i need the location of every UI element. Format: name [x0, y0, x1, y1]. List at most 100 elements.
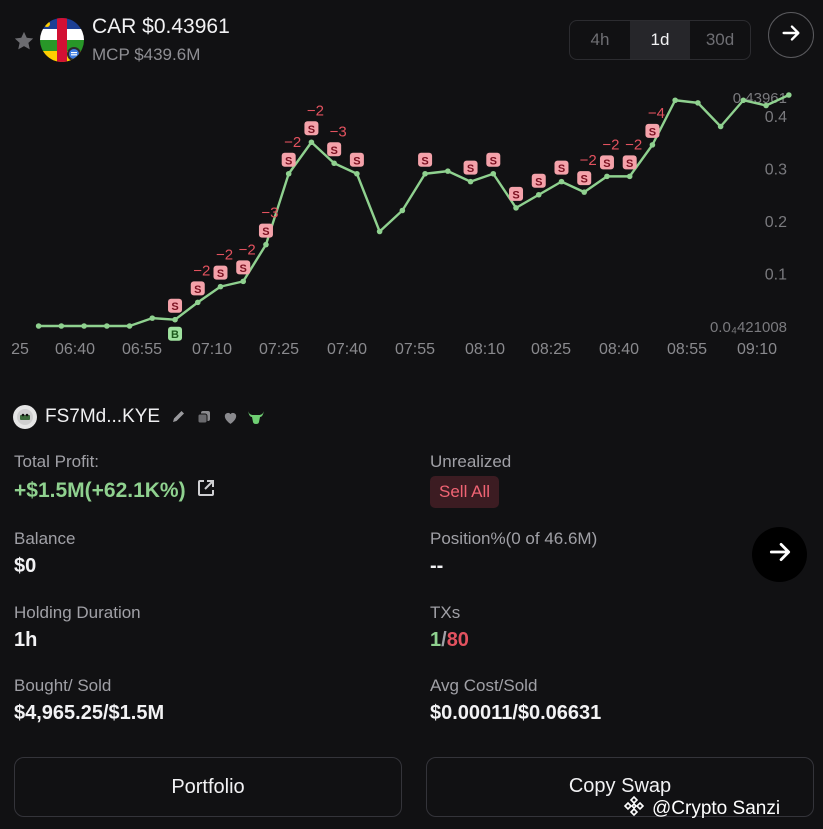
sell-amount-label: −3	[330, 123, 347, 140]
sell-amount-label: −2	[602, 136, 619, 153]
txs-label: TXs	[430, 603, 461, 622]
timeframe-selector: 4h 1d 30d	[569, 20, 751, 60]
bought-sold-label: Bought/ Sold	[14, 676, 112, 695]
price-point	[649, 142, 656, 148]
price-point	[763, 102, 769, 109]
unrealized-label: Unrealized	[430, 452, 512, 471]
avg-cost-label: Avg Cost/Sold	[430, 676, 538, 695]
holding-duration-value: 1h	[14, 629, 38, 651]
price-point	[604, 173, 610, 180]
watermark-text: @Crypto Sanzi	[652, 798, 781, 819]
binance-icon	[622, 794, 646, 824]
sell-amount-label: −2	[580, 152, 597, 169]
sell-amount-label: −2	[216, 247, 233, 264]
external-link-icon[interactable]	[196, 478, 216, 503]
price-point	[376, 228, 383, 235]
total-profit-value: +$1.5M(+62.1K%)	[14, 478, 186, 502]
price-point	[399, 207, 406, 214]
sell-amount-label: −4	[648, 105, 665, 122]
buy-marker-label: B	[171, 329, 179, 341]
x-tick-label: 25	[11, 341, 29, 358]
tab-1d[interactable]: 1d	[630, 21, 690, 59]
sell-marker-label: S	[217, 268, 224, 280]
price-point	[172, 316, 178, 323]
price-point	[672, 97, 678, 104]
total-profit-label: Total Profit:	[14, 452, 100, 471]
sell-marker-label: S	[194, 284, 201, 296]
watermark: @Crypto Sanzi	[622, 794, 780, 824]
bought-sold-value: $4,965.25/$1.5M	[14, 702, 165, 724]
x-tick-label: 08:10	[465, 341, 505, 358]
sell-marker-label: S	[262, 226, 269, 238]
y-tick-label: 0.1	[765, 267, 787, 284]
sell-all-button[interactable]: Sell All	[430, 476, 500, 508]
x-tick-label: 07:10	[192, 341, 232, 358]
sell-amount-label: −3	[261, 205, 278, 222]
position-arrow-button[interactable]	[752, 527, 807, 582]
sell-marker-label: S	[171, 301, 178, 313]
price-point	[626, 173, 633, 180]
bull-icon[interactable]	[246, 407, 266, 427]
x-tick-label: 08:40	[599, 341, 639, 358]
wallet-row: FS7Md...KYE	[13, 404, 266, 430]
price-point	[104, 323, 110, 329]
price-point	[695, 100, 701, 106]
price-point	[490, 170, 497, 177]
sell-marker-label: S	[603, 158, 610, 170]
price-point	[535, 191, 542, 198]
x-tick-label: 07:25	[259, 341, 299, 358]
arrow-right-icon	[780, 22, 802, 49]
price-point	[331, 160, 337, 167]
sell-marker-label: S	[308, 124, 315, 136]
sell-marker-label: S	[558, 163, 565, 175]
arrow-right-icon	[767, 539, 793, 570]
open-token-button[interactable]	[768, 12, 814, 58]
avatar	[13, 405, 37, 429]
price-point	[240, 278, 247, 285]
price-point	[717, 123, 724, 130]
position-label: Position%(0 of 46.6M)	[430, 529, 598, 548]
heart-icon[interactable]	[220, 407, 240, 427]
sell-marker-label: S	[581, 174, 588, 186]
price-point	[786, 92, 792, 98]
token-logo	[40, 18, 84, 62]
tab-4h[interactable]: 4h	[570, 21, 630, 59]
balance-label: Balance	[14, 529, 76, 548]
price-point	[194, 299, 201, 306]
price-point	[581, 189, 588, 195]
price-point	[149, 315, 156, 321]
sell-amount-label: −2	[625, 136, 642, 153]
wallet-address[interactable]: FS7Md...KYE	[45, 406, 160, 428]
sell-marker-label: S	[649, 126, 656, 138]
price-line	[38, 93, 790, 328]
x-tick-label: 07:55	[395, 341, 435, 358]
sell-amount-label: −2	[239, 241, 256, 258]
star-icon[interactable]	[13, 30, 35, 52]
sell-amount-label: −2	[307, 102, 324, 119]
holding-duration-label: Holding Duration	[14, 603, 141, 622]
sell-marker-label: S	[240, 263, 247, 275]
x-tick-label: 07:40	[327, 341, 367, 358]
txs-buys: 1	[430, 629, 442, 651]
price-point	[558, 178, 565, 185]
sell-amount-label: −2	[193, 262, 210, 279]
edit-icon[interactable]	[168, 407, 188, 427]
x-tick-label: 09:10	[737, 341, 777, 358]
x-tick-label: 06:55	[122, 341, 162, 358]
x-tick-label: 08:55	[667, 341, 707, 358]
price-point	[58, 323, 65, 329]
price-point	[740, 97, 747, 104]
sell-amount-label: −2	[284, 134, 301, 151]
price-label-bottom: 0.0₄421008	[710, 319, 787, 336]
copy-icon[interactable]	[194, 407, 214, 427]
balance-value: $0	[14, 555, 37, 577]
portfolio-button[interactable]: Portfolio	[14, 757, 402, 817]
y-tick-label: 0.4	[765, 109, 787, 126]
price-chart[interactable]: 0.40.30.20.10.439610.0₄42100825 06:40 06:5…	[0, 80, 823, 370]
price-point	[126, 323, 133, 329]
sell-marker-label: S	[626, 158, 633, 170]
price-point	[285, 170, 292, 177]
price-point	[445, 168, 451, 174]
tab-30d[interactable]: 30d	[690, 21, 750, 59]
price-point	[217, 283, 224, 290]
